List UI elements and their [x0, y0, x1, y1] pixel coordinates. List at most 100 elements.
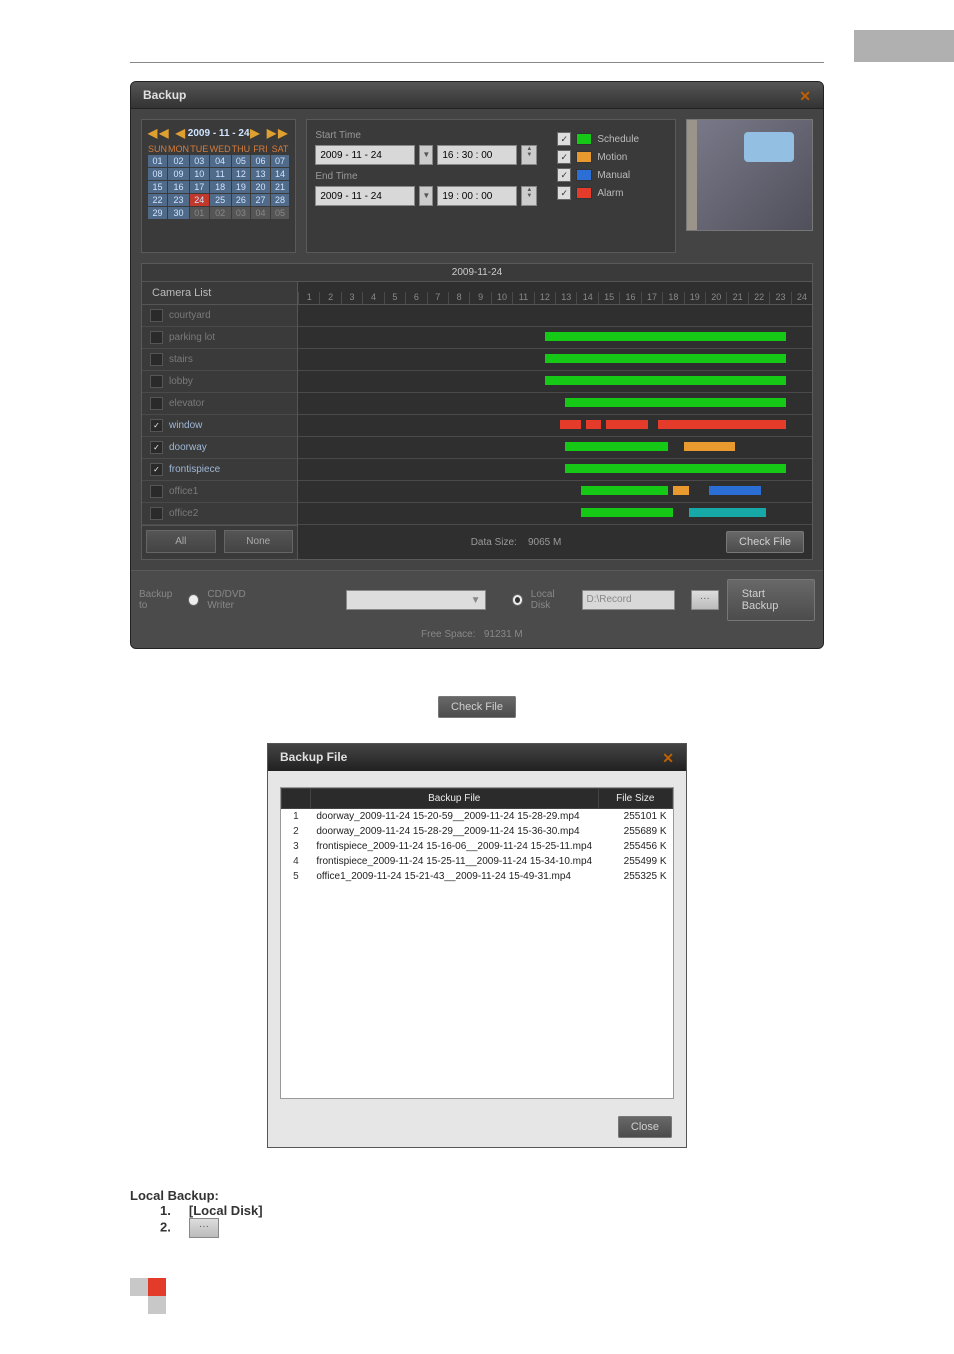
- calendar-day[interactable]: 05: [232, 155, 251, 167]
- calendar-day[interactable]: 03: [190, 155, 209, 167]
- calendar-day[interactable]: 30: [168, 207, 189, 219]
- calendar-day[interactable]: 02: [210, 207, 231, 219]
- table-row[interactable]: 4frontispiece_2009-11-24 15-25-11__2009-…: [282, 854, 673, 869]
- calendar-day[interactable]: 22: [148, 194, 167, 206]
- camera-item[interactable]: lobby: [142, 371, 297, 393]
- local-disk-radio[interactable]: [512, 594, 523, 606]
- calendar-day[interactable]: 15: [148, 181, 167, 193]
- calendar-day[interactable]: 03: [232, 207, 251, 219]
- dropdown-icon[interactable]: ▼: [419, 186, 433, 206]
- calendar-day[interactable]: 23: [168, 194, 189, 206]
- timeline-row[interactable]: [298, 393, 812, 415]
- calendar-day[interactable]: 26: [232, 194, 251, 206]
- calendar-day[interactable]: 01: [148, 155, 167, 167]
- record-type-motion[interactable]: ✓Motion: [557, 150, 667, 164]
- calendar-day[interactable]: 21: [271, 181, 290, 193]
- record-type-alarm[interactable]: ✓Alarm: [557, 186, 667, 200]
- check-file-button-standalone[interactable]: Check File: [438, 696, 516, 718]
- calendar-day[interactable]: 24: [190, 194, 209, 206]
- calendar-day[interactable]: 04: [251, 207, 270, 219]
- calendar-day[interactable]: 08: [148, 168, 167, 180]
- camera-item[interactable]: office2: [142, 503, 297, 525]
- calendar-day[interactable]: 19: [232, 181, 251, 193]
- calendar-day[interactable]: 16: [168, 181, 189, 193]
- timeline-row[interactable]: [298, 327, 812, 349]
- calendar-day[interactable]: 06: [251, 155, 270, 167]
- calendar-day[interactable]: 12: [232, 168, 251, 180]
- start-date-input[interactable]: [315, 145, 415, 165]
- checkbox-icon[interactable]: [150, 507, 163, 520]
- calendar-day[interactable]: 09: [168, 168, 189, 180]
- checkbox-icon[interactable]: [150, 463, 163, 476]
- timeline-row[interactable]: [298, 349, 812, 371]
- select-all-button[interactable]: All: [146, 530, 216, 553]
- local-path-input[interactable]: D:\Record: [582, 590, 675, 610]
- camera-item[interactable]: frontispiece: [142, 459, 297, 481]
- dropdown-icon[interactable]: ▼: [419, 145, 433, 165]
- calendar-day[interactable]: 27: [251, 194, 270, 206]
- calendar-day[interactable]: 05: [271, 207, 290, 219]
- table-row[interactable]: 5office1_2009-11-24 15-21-43__2009-11-24…: [282, 869, 673, 884]
- record-type-schedule[interactable]: ✓Schedule: [557, 132, 667, 146]
- checkbox-icon[interactable]: [150, 397, 163, 410]
- calendar[interactable]: ◀◀ ◀ 2009 - 11 - 24 ▶ ▶▶ SUNMONTUEWEDTHU…: [141, 119, 296, 253]
- check-file-button[interactable]: Check File: [726, 531, 804, 553]
- select-none-button[interactable]: None: [224, 530, 294, 553]
- checkbox-icon[interactable]: [150, 419, 163, 432]
- calendar-day[interactable]: 17: [190, 181, 209, 193]
- start-time-spinner[interactable]: ▲▼: [521, 145, 537, 165]
- cal-prev-icon[interactable]: ◀◀ ◀: [148, 126, 187, 140]
- cd-drive-select[interactable]: ▼: [346, 590, 486, 610]
- checkbox-icon[interactable]: [150, 485, 163, 498]
- timeline-row[interactable]: [298, 503, 812, 525]
- checkbox-icon[interactable]: [150, 353, 163, 366]
- end-time-input[interactable]: [437, 186, 517, 206]
- start-time-input[interactable]: [437, 145, 517, 165]
- calendar-day[interactable]: 18: [210, 181, 231, 193]
- calendar-day[interactable]: 29: [148, 207, 167, 219]
- start-backup-button[interactable]: Start Backup: [727, 579, 815, 621]
- timeline-row[interactable]: [298, 305, 812, 327]
- checkbox-icon[interactable]: [150, 441, 163, 454]
- calendar-day[interactable]: 01: [190, 207, 209, 219]
- cal-next-icon[interactable]: ▶ ▶▶: [250, 126, 289, 140]
- table-row[interactable]: 2doorway_2009-11-24 15-28-29__2009-11-24…: [282, 824, 673, 839]
- timeline-row[interactable]: [298, 415, 812, 437]
- camera-item[interactable]: office1: [142, 481, 297, 503]
- end-date-input[interactable]: [315, 186, 415, 206]
- close-button[interactable]: Close: [618, 1116, 672, 1138]
- close-icon[interactable]: ✕: [799, 88, 811, 105]
- camera-item[interactable]: window: [142, 415, 297, 437]
- camera-item[interactable]: doorway: [142, 437, 297, 459]
- timeline-segment: [684, 442, 735, 451]
- camera-item[interactable]: elevator: [142, 393, 297, 415]
- camera-item[interactable]: parking lot: [142, 327, 297, 349]
- timeline-tracks[interactable]: 123456789101112131415161718192021222324 …: [298, 282, 812, 559]
- calendar-day[interactable]: 04: [210, 155, 231, 167]
- calendar-day[interactable]: 11: [210, 168, 231, 180]
- end-time-spinner[interactable]: ▲▼: [521, 186, 537, 206]
- timeline-row[interactable]: [298, 437, 812, 459]
- checkbox-icon[interactable]: [150, 309, 163, 322]
- browse-button[interactable]: ···: [691, 590, 719, 610]
- table-row[interactable]: 3frontispiece_2009-11-24 15-16-06__2009-…: [282, 839, 673, 854]
- calendar-day[interactable]: 20: [251, 181, 270, 193]
- timeline-row[interactable]: [298, 371, 812, 393]
- calendar-day[interactable]: 25: [210, 194, 231, 206]
- table-row[interactable]: 1doorway_2009-11-24 15-20-59__2009-11-24…: [282, 809, 673, 825]
- calendar-day[interactable]: 02: [168, 155, 189, 167]
- calendar-day[interactable]: 28: [271, 194, 290, 206]
- timeline-row[interactable]: [298, 481, 812, 503]
- calendar-day[interactable]: 10: [190, 168, 209, 180]
- camera-item[interactable]: courtyard: [142, 305, 297, 327]
- close-icon[interactable]: ✕: [662, 750, 674, 767]
- cd-dvd-radio[interactable]: [188, 594, 199, 606]
- checkbox-icon[interactable]: [150, 375, 163, 388]
- record-type-manual[interactable]: ✓Manual: [557, 168, 667, 182]
- calendar-day[interactable]: 13: [251, 168, 270, 180]
- checkbox-icon[interactable]: [150, 331, 163, 344]
- calendar-day[interactable]: 07: [271, 155, 290, 167]
- calendar-day[interactable]: 14: [271, 168, 290, 180]
- timeline-row[interactable]: [298, 459, 812, 481]
- camera-item[interactable]: stairs: [142, 349, 297, 371]
